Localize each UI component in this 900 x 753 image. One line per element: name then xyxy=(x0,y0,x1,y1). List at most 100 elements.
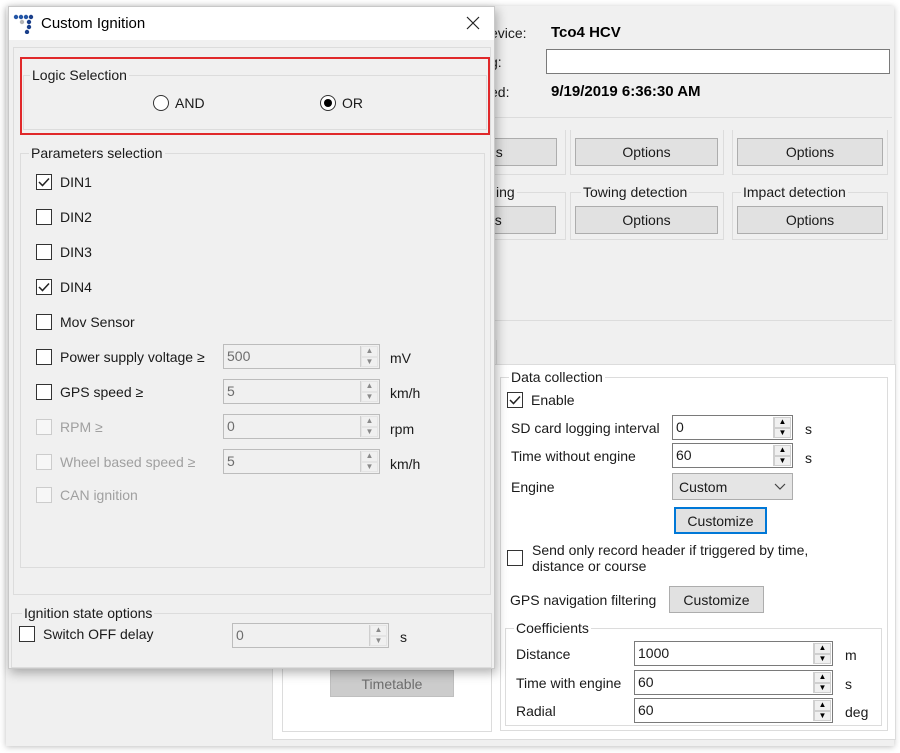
radial-value[interactable]: 60 xyxy=(635,699,812,722)
dialog-titlebar[interactable]: Custom Ignition xyxy=(9,7,494,40)
wheel-speed-spinner[interactable]: 5 ▲ ▼ xyxy=(223,449,380,474)
close-button[interactable] xyxy=(458,9,488,37)
spin-up-icon[interactable]: ▲ xyxy=(814,672,831,683)
rpm-spinner[interactable]: 0 ▲ ▼ xyxy=(223,414,380,439)
feature-options-button[interactable]: Options xyxy=(575,138,718,166)
can-ignition-checkbox[interactable] xyxy=(36,487,52,503)
gps-speed-checkbox[interactable] xyxy=(36,384,52,400)
rpm-label: RPM ≥ xyxy=(60,419,103,435)
name-input[interactable] xyxy=(546,49,890,74)
switch-off-delay-checkbox[interactable] xyxy=(19,626,35,642)
spin-down-icon[interactable]: ▼ xyxy=(361,426,378,437)
din1-row[interactable]: DIN1 xyxy=(36,174,92,190)
time-without-engine-spinner[interactable]: 60 ▲ ▼ xyxy=(672,443,793,468)
sd-logging-value[interactable]: 0 xyxy=(673,416,772,439)
mov-sensor-label: Mov Sensor xyxy=(60,314,135,330)
time-with-engine-spinner[interactable]: 60 ▲ ▼ xyxy=(634,670,833,695)
mov-sensor-checkbox[interactable] xyxy=(36,314,52,330)
spin-up-icon[interactable]: ▲ xyxy=(361,346,378,357)
wheel-speed-checkbox[interactable] xyxy=(36,454,52,470)
switch-off-delay-spinner[interactable]: 0 ▲ ▼ xyxy=(232,623,389,648)
spin-down-icon[interactable]: ▼ xyxy=(814,682,831,693)
spin-down-icon[interactable]: ▼ xyxy=(774,427,791,438)
din2-row[interactable]: DIN2 xyxy=(36,209,92,225)
gps-speed-row[interactable]: GPS speed ≥ xyxy=(36,384,143,400)
engine-dropdown[interactable]: Custom xyxy=(672,473,793,500)
radial-spinner[interactable]: 60 ▲ ▼ xyxy=(634,698,833,723)
spin-down-icon[interactable]: ▼ xyxy=(361,461,378,472)
send-header-line2: distance or course xyxy=(532,558,647,574)
and-radio[interactable] xyxy=(153,95,169,111)
or-radio[interactable] xyxy=(320,95,336,111)
switch-off-delay-row[interactable]: Switch OFF delay xyxy=(19,626,153,642)
time-without-engine-value[interactable]: 60 xyxy=(673,444,772,467)
towing-options-button[interactable]: Options xyxy=(575,206,718,234)
engine-customize-button[interactable]: Customize xyxy=(674,507,767,534)
power-supply-spinner[interactable]: 500 ▲ ▼ xyxy=(223,344,380,369)
impact-options-button[interactable]: Options xyxy=(737,206,883,234)
spin-up-icon[interactable]: ▲ xyxy=(361,451,378,462)
can-ignition-label: CAN ignition xyxy=(60,487,138,503)
time-with-engine-value[interactable]: 60 xyxy=(635,671,812,694)
spin-down-icon[interactable]: ▼ xyxy=(361,356,378,367)
spin-up-icon[interactable]: ▲ xyxy=(774,417,791,428)
sd-logging-spinner[interactable]: 0 ▲ ▼ xyxy=(672,415,793,440)
separator xyxy=(495,320,892,321)
wheel-speed-value[interactable]: 5 xyxy=(224,450,359,473)
distance-value[interactable]: 1000 xyxy=(635,642,812,665)
spin-up-icon[interactable]: ▲ xyxy=(814,700,831,711)
switch-off-delay-label: Switch OFF delay xyxy=(43,626,154,642)
spin-up-icon[interactable]: ▲ xyxy=(774,445,791,456)
power-supply-label: Power supply voltage ≥ xyxy=(60,349,205,365)
towing-detection-title: Towing detection xyxy=(581,184,690,200)
parameters-selection-title: Parameters selection xyxy=(29,145,165,161)
spin-down-icon[interactable]: ▼ xyxy=(814,710,831,721)
custom-ignition-dialog: Custom Ignition Logic Selection AND OR P… xyxy=(8,6,495,669)
logic-selection-title: Logic Selection xyxy=(30,67,129,83)
din1-checkbox[interactable] xyxy=(36,174,52,190)
modified-value: 9/19/2019 6:36:30 AM xyxy=(551,83,701,100)
din3-checkbox[interactable] xyxy=(36,244,52,260)
spin-down-icon[interactable]: ▼ xyxy=(361,391,378,402)
logic-or-option[interactable]: OR xyxy=(320,95,363,111)
enable-checkbox[interactable] xyxy=(507,392,523,408)
distance-spinner[interactable]: 1000 ▲ ▼ xyxy=(634,641,833,666)
din3-row[interactable]: DIN3 xyxy=(36,244,92,260)
spin-up-icon[interactable]: ▲ xyxy=(370,625,387,636)
impact-detection-title: Impact detection xyxy=(741,184,848,200)
rpm-checkbox[interactable] xyxy=(36,419,52,435)
switch-off-delay-value[interactable]: 0 xyxy=(233,624,368,647)
spin-up-icon[interactable]: ▲ xyxy=(361,416,378,427)
spin-down-icon[interactable]: ▼ xyxy=(814,653,831,664)
gps-speed-spinner[interactable]: 5 ▲ ▼ xyxy=(223,379,380,404)
logic-and-option[interactable]: AND xyxy=(153,95,205,111)
chevron-down-icon xyxy=(774,483,786,490)
logic-selection-group: Logic Selection xyxy=(23,67,487,130)
engine-label: Engine xyxy=(511,479,555,495)
enable-checkbox-row[interactable]: Enable xyxy=(507,392,575,408)
din2-label: DIN2 xyxy=(60,209,92,225)
din2-checkbox[interactable] xyxy=(36,209,52,225)
gps-speed-unit: km/h xyxy=(390,385,421,401)
power-supply-value[interactable]: 500 xyxy=(224,345,359,368)
radial-label: Radial xyxy=(516,703,556,719)
spin-down-icon[interactable]: ▼ xyxy=(774,455,791,466)
wheel-speed-row[interactable]: Wheel based speed ≥ xyxy=(36,454,195,470)
gps-customize-button[interactable]: Customize xyxy=(669,586,764,613)
rpm-row[interactable]: RPM ≥ xyxy=(36,419,103,435)
din4-checkbox[interactable] xyxy=(36,279,52,295)
power-supply-row[interactable]: Power supply voltage ≥ xyxy=(36,349,205,365)
rpm-value[interactable]: 0 xyxy=(224,415,359,438)
time-without-engine-label: Time without engine xyxy=(511,448,636,464)
mov-sensor-row[interactable]: Mov Sensor xyxy=(36,314,135,330)
send-header-checkbox[interactable] xyxy=(507,550,523,566)
feature-options-button[interactable]: Options xyxy=(737,138,883,166)
din4-row[interactable]: DIN4 xyxy=(36,279,92,295)
spin-up-icon[interactable]: ▲ xyxy=(814,643,831,654)
spin-down-icon[interactable]: ▼ xyxy=(370,635,387,646)
can-ignition-row[interactable]: CAN ignition xyxy=(36,487,138,503)
spin-up-icon[interactable]: ▲ xyxy=(361,381,378,392)
timetable-button[interactable]: Timetable xyxy=(330,670,454,697)
power-supply-checkbox[interactable] xyxy=(36,349,52,365)
gps-speed-value[interactable]: 5 xyxy=(224,380,359,403)
